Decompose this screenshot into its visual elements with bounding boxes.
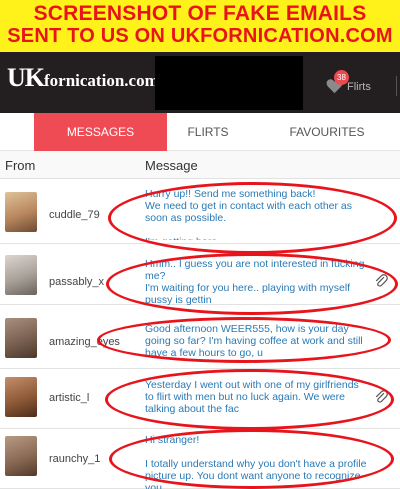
message-preview[interactable]: Hi stranger! I totally understand why yo… xyxy=(145,434,370,489)
column-message: Message xyxy=(145,158,198,173)
sender-username[interactable]: raunchy_1 xyxy=(49,453,100,465)
logo-uk: UK xyxy=(7,63,45,92)
sender-username[interactable]: artistic_l xyxy=(49,392,89,404)
column-from: From xyxy=(5,158,36,173)
tab-messages[interactable]: MESSAGES xyxy=(34,113,167,151)
logo-rest: fornication.com xyxy=(44,71,159,90)
sender-username[interactable]: passably_x xyxy=(49,276,104,288)
tab-bar: MESSAGES FLIRTS FAVOURITES xyxy=(0,113,400,151)
site-logo[interactable]: UKfornication.com xyxy=(7,63,159,93)
list-header: From Message xyxy=(0,151,400,179)
avatar[interactable] xyxy=(5,255,37,295)
avatar[interactable] xyxy=(5,377,37,417)
annotation-banner: SCREENSHOT OF FAKE EMAILS SENT TO US ON … xyxy=(0,0,400,52)
sender-username[interactable]: cuddle_79 xyxy=(49,209,100,221)
flirts-link[interactable]: Flirts xyxy=(347,81,371,93)
avatar-photo xyxy=(5,436,37,476)
message-row[interactable]: passably_x Hmm.. I guess you are not int… xyxy=(0,245,400,306)
tab-favourites[interactable]: FAVOURITES xyxy=(262,113,392,151)
avatar-photo xyxy=(5,377,37,417)
message-preview[interactable]: Hurry up!! Send me something back! We ne… xyxy=(145,188,370,240)
message-row[interactable]: raunchy_1 Hi stranger! I totally underst… xyxy=(0,430,400,489)
message-preview[interactable]: Yesterday I went out with one of my girl… xyxy=(145,379,370,415)
sender-username[interactable]: amazing_eyes xyxy=(49,336,120,348)
avatar[interactable] xyxy=(5,318,37,358)
redaction-box xyxy=(155,56,303,110)
message-row[interactable]: cuddle_79 Hurry up!! Send me something b… xyxy=(0,180,400,244)
message-preview[interactable]: Hmm.. I guess you are not interested in … xyxy=(145,258,370,306)
tab-flirts[interactable]: FLIRTS xyxy=(170,113,246,151)
header-divider xyxy=(396,76,400,96)
avatar-photo xyxy=(5,318,37,358)
avatar[interactable] xyxy=(5,436,37,476)
message-preview[interactable]: Good afternoon WEER555, how is your day … xyxy=(145,323,370,359)
avatar-photo xyxy=(5,255,37,295)
message-row[interactable]: artistic_l Yesterday I went out with one… xyxy=(0,370,400,429)
avatar-photo xyxy=(5,192,37,232)
message-row[interactable]: amazing_eyes Good afternoon WEER555, how… xyxy=(0,306,400,369)
banner-line-2: SENT TO US ON UKFORNICATION.COM xyxy=(7,25,393,47)
avatar[interactable] xyxy=(5,192,37,232)
paperclip-icon xyxy=(376,390,388,403)
paperclip-icon xyxy=(376,274,388,287)
banner-line-1: SCREENSHOT OF FAKE EMAILS xyxy=(33,2,367,25)
